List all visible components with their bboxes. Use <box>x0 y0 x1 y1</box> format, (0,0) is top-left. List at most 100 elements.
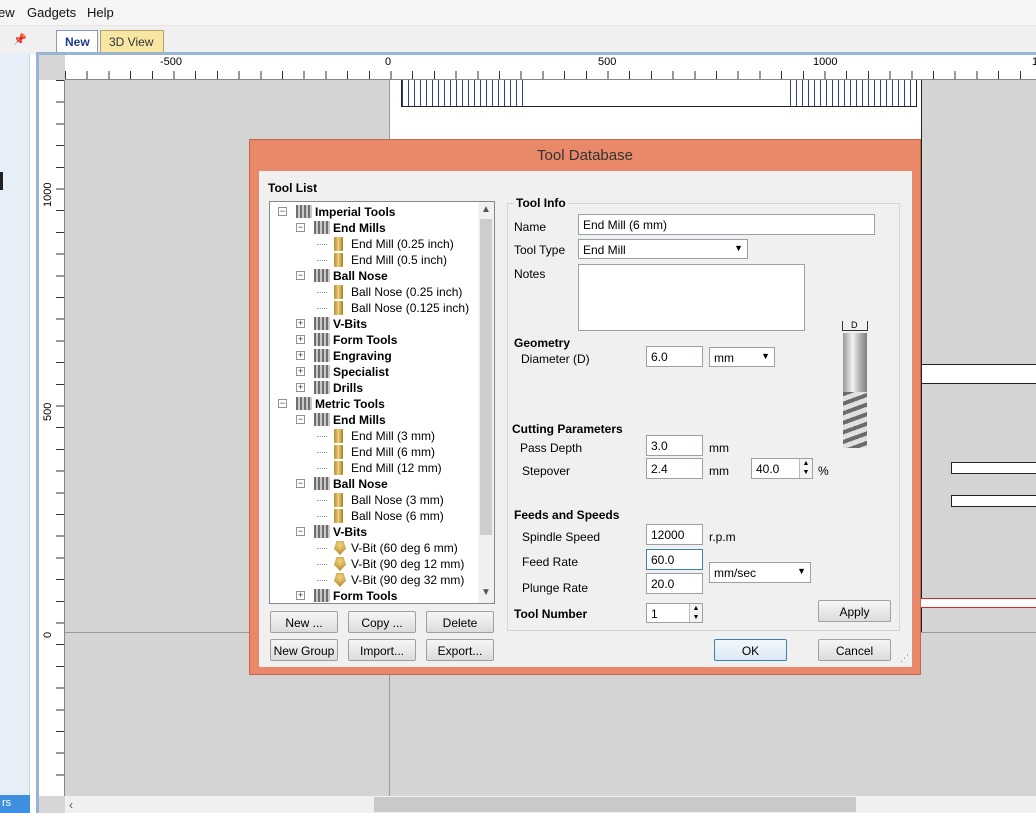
expand-icon[interactable]: + <box>296 351 305 360</box>
collapse-icon[interactable]: − <box>296 527 305 536</box>
left-panel-tab[interactable]: rs <box>0 795 30 813</box>
h-ruler-ticks <box>65 71 1036 79</box>
v-ruler-ticks <box>56 80 64 796</box>
percent-symbol: % <box>818 464 829 478</box>
tree-tool-node[interactable]: Ball Nose (0.25 inch) <box>270 284 477 300</box>
tool-info-header: Tool Info <box>514 196 568 210</box>
end-mill-icon <box>334 461 343 475</box>
pin-icon[interactable]: 📌 <box>13 33 27 46</box>
expand-icon[interactable]: + <box>296 383 305 392</box>
feed-rate-field[interactable]: 60.0 <box>646 549 703 570</box>
tree-connector <box>317 580 327 581</box>
tree-tool-node[interactable]: Ball Nose (3 mm) <box>270 492 477 508</box>
tree-group-node[interactable]: − End Mills <box>270 412 477 428</box>
resize-grip-icon[interactable]: ⋰ <box>900 653 909 664</box>
tree-node-label: Specialist <box>333 365 390 379</box>
rate-units-select[interactable]: mm/sec ▼ <box>709 562 811 583</box>
tree-tool-node[interactable]: End Mill (3 mm) <box>270 428 477 444</box>
expand-icon[interactable]: + <box>296 367 305 376</box>
tree-group-node[interactable]: + Engraving <box>270 348 477 364</box>
ok-button[interactable]: OK <box>714 639 787 661</box>
tree-tool-node[interactable]: Ball Nose (6 mm) <box>270 508 477 524</box>
tree-group-node[interactable]: − Ball Nose <box>270 268 477 284</box>
name-field[interactable]: End Mill (6 mm) <box>578 214 875 235</box>
tree-tool-node[interactable]: End Mill (6 mm) <box>270 444 477 460</box>
tree-node-label: End Mill (12 mm) <box>351 461 442 475</box>
tree-scroll-thumb[interactable] <box>480 219 492 535</box>
v-ruler-label: 0 <box>42 631 54 638</box>
tree-group-node[interactable]: + Drills <box>270 380 477 396</box>
dialog-title: Tool Database <box>537 147 633 164</box>
tree-node-label: Ball Nose (0.125 inch) <box>351 301 470 315</box>
tool-group-icon <box>314 477 330 490</box>
tool-type-select[interactable]: End Mill ▼ <box>578 239 748 259</box>
menu-help[interactable]: Help <box>87 5 114 20</box>
tree-tool-node[interactable]: End Mill (12 mm) <box>270 460 477 476</box>
tree-node-label: Form Tools <box>333 333 398 347</box>
collapse-icon[interactable]: − <box>296 415 305 424</box>
notes-field[interactable] <box>578 264 805 331</box>
collapse-icon[interactable]: − <box>296 223 305 232</box>
tree-group-node[interactable]: − V-Bits <box>270 524 477 540</box>
apply-button[interactable]: Apply <box>818 600 891 622</box>
tree-tool-node[interactable]: End Mill (0.25 inch) <box>270 236 477 252</box>
tree-group-node[interactable]: − Imperial Tools <box>270 204 477 220</box>
new-tool-button[interactable]: New ... <box>270 611 338 633</box>
delete-tool-button[interactable]: Delete <box>426 611 494 633</box>
tree-node-label: End Mills <box>333 221 386 235</box>
tree-node-label: End Mill (3 mm) <box>351 429 436 443</box>
collapse-icon[interactable]: − <box>296 271 305 280</box>
import-button[interactable]: Import... <box>348 639 416 661</box>
tree-tool-node[interactable]: End Mill (0.5 inch) <box>270 252 477 268</box>
copy-tool-button[interactable]: Copy ... <box>348 611 416 633</box>
collapse-icon[interactable]: − <box>278 207 287 216</box>
new-group-button[interactable]: New Group <box>270 639 338 661</box>
tree-tool-node[interactable]: V-Bit (90 deg 12 mm) <box>270 556 477 572</box>
horizontal-scroll-thumb[interactable] <box>374 797 856 812</box>
tool-group-icon <box>314 413 330 426</box>
tree-group-node[interactable]: + Specialist <box>270 364 477 380</box>
spin-arrows-icon[interactable]: ▲ ▼ <box>799 459 812 478</box>
plunge-rate-field[interactable]: 20.0 <box>646 573 703 594</box>
tree-tool-node[interactable]: V-Bit (60 deg 6 mm) <box>270 540 477 556</box>
expand-icon[interactable]: + <box>296 335 305 344</box>
spindle-speed-field[interactable]: 12000 <box>646 524 703 545</box>
collapse-icon[interactable]: − <box>296 479 305 488</box>
tree-group-node[interactable]: + Form Tools <box>270 332 477 348</box>
tree-scroll-down-icon[interactable]: ▼ <box>481 587 491 598</box>
menu-gadgets[interactable]: Gadgets <box>27 5 76 20</box>
stepover-percent-field[interactable]: 40.0 ▲ ▼ <box>751 458 813 479</box>
tree-connector <box>317 468 327 469</box>
h-ruler-label: 1000 <box>813 56 838 68</box>
tree-scroll-up-icon[interactable]: ▲ <box>481 204 491 215</box>
tree-group-node[interactable]: − Ball Nose <box>270 476 477 492</box>
tree-group-node[interactable]: − Metric Tools <box>270 396 477 412</box>
tool-number-field[interactable]: 1 ▲ ▼ <box>646 603 703 623</box>
export-button[interactable]: Export... <box>426 639 494 661</box>
tree-group-node[interactable]: + V-Bits <box>270 316 477 332</box>
tab-3d-view[interactable]: 3D View <box>100 30 164 52</box>
vector-shape-3 <box>951 495 1036 507</box>
diameter-units-select[interactable]: mm ▼ <box>709 347 775 367</box>
tree-group-node[interactable]: + Form Tools <box>270 588 477 604</box>
spin-arrows-icon[interactable]: ▲ ▼ <box>689 604 702 622</box>
expand-icon[interactable]: + <box>296 319 305 328</box>
h-ruler-label: 1 <box>1032 56 1036 68</box>
feeds-speeds-header: Feeds and Speeds <box>514 508 620 522</box>
expand-icon[interactable]: + <box>296 591 305 600</box>
scroll-left-icon[interactable]: ‹ <box>69 798 73 812</box>
cancel-button[interactable]: Cancel <box>818 639 891 661</box>
tree-tool-node[interactable]: V-Bit (90 deg 32 mm) <box>270 572 477 588</box>
stepover-label: Stepover <box>522 464 571 478</box>
horizontal-ruler: -500 0 500 1000 1 <box>65 55 1036 80</box>
tab-new[interactable]: New <box>56 30 98 52</box>
tree-tool-node[interactable]: Ball Nose (0.125 inch) <box>270 300 477 316</box>
vertical-ruler: 1000 500 0 <box>39 80 65 796</box>
pass-depth-field[interactable]: 3.0 <box>646 435 703 456</box>
tree-connector <box>317 548 327 549</box>
menu-view[interactable]: ew <box>0 5 15 20</box>
tree-group-node[interactable]: − End Mills <box>270 220 477 236</box>
diameter-field[interactable]: 6.0 <box>646 346 703 367</box>
stepover-field[interactable]: 2.4 <box>646 458 703 479</box>
collapse-icon[interactable]: − <box>278 399 287 408</box>
